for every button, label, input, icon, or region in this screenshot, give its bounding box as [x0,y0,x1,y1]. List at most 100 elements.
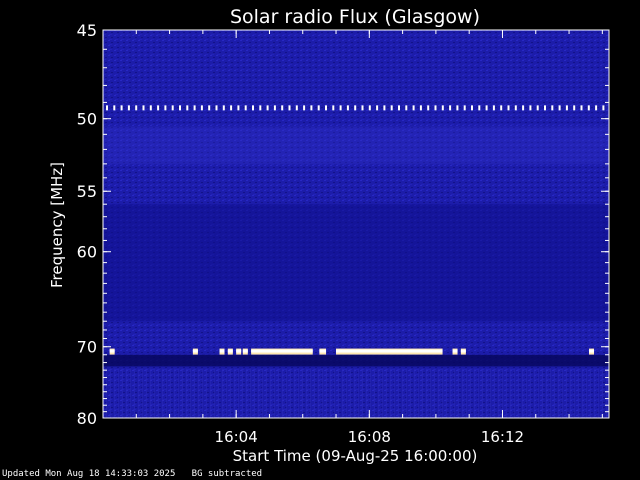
striation-line [202,368,203,418]
band-mark [522,105,525,111]
band-mark [587,105,590,111]
band-mark [580,105,583,111]
striation-line [462,368,463,418]
striation-line [218,368,219,418]
band-segment [109,349,115,353]
striation-line [450,368,451,418]
striation-line [362,368,363,418]
striation-line [158,368,159,418]
band-mark [383,105,386,111]
striation-line [394,368,395,418]
striation-line [598,368,599,418]
striation-line [358,368,359,418]
band-segment [336,349,443,353]
striation-line [234,368,235,418]
y-tick-label: 55 [77,182,97,201]
striation-line [398,368,399,418]
striation-line [314,368,315,418]
band-mark [595,105,598,111]
band-mark [120,105,123,111]
striation-line [562,368,563,418]
band-mark [325,105,327,111]
footer-updated: Updated Mon Aug 18 14:33:03 2025 [2,469,176,479]
band-mark [186,105,189,111]
band-mark [142,105,145,111]
band-mark [200,105,203,111]
striation-line [574,368,575,418]
striation-line [390,368,391,418]
striation-line [162,368,163,418]
band-mark [471,105,473,111]
plot-area [102,29,610,419]
striation-line [294,368,295,418]
striation-line [106,368,107,418]
x-tick-label: 16:04 [215,428,258,446]
band-mark [390,105,393,111]
striation-line [418,368,419,418]
striation-line [322,368,323,418]
striation-line [146,368,147,418]
striation-line [190,368,191,418]
band-mark [244,105,247,111]
band-mark [252,105,254,111]
striation-line [466,368,467,418]
band-mark [346,105,349,111]
striation-line [214,368,215,418]
striation-line [142,368,143,418]
striation-line [442,368,443,418]
striation-line [566,368,567,418]
striation-line [270,368,271,418]
striation-line [402,368,403,418]
band-mark [427,105,430,111]
band-mark [434,105,437,111]
band-mark [266,105,269,111]
striation-line [426,368,427,418]
striation-line [206,368,207,418]
band-mark [215,105,218,111]
band-mark [478,105,481,111]
band-mark [602,105,605,111]
band-segment [192,349,198,353]
striation-line [406,368,407,418]
striation-line [578,368,579,418]
striation-line [410,368,411,418]
striation-line [134,368,135,418]
striation-line [534,368,535,418]
striation-line [414,368,415,418]
band-mark [259,105,262,111]
footer-status: Updated Mon Aug 18 14:33:03 2025 BG subt… [2,469,262,479]
striation-line [110,368,111,418]
striation-line [114,368,115,418]
striation-line [538,368,539,418]
striation-line [266,368,267,418]
striation-line [422,368,423,418]
band-mark [208,105,211,111]
band-mark [441,105,444,111]
striation-line [570,368,571,418]
striation-line [290,368,291,418]
striation-line [546,368,547,418]
striation-line [438,368,439,418]
band-segment [236,349,242,353]
striation-line [594,368,595,418]
striation-line [482,368,483,418]
band-mark [536,105,539,111]
band-mark [127,105,130,111]
striation-line [494,368,495,418]
band-mark [273,105,276,111]
striation-line [238,368,239,418]
striation-line [318,368,319,418]
striation-line [198,368,199,418]
band-mark [171,105,174,111]
striation-line [518,368,519,418]
striation-line [530,368,531,418]
striation-line [478,368,479,418]
striation-line [350,368,351,418]
band-mark [376,105,379,111]
x-tick-label: 16:08 [348,428,391,446]
band-mark [157,105,160,111]
band-mark [281,105,284,111]
striation-line [286,368,287,418]
band-mark [368,105,371,111]
striation-line [542,368,543,418]
